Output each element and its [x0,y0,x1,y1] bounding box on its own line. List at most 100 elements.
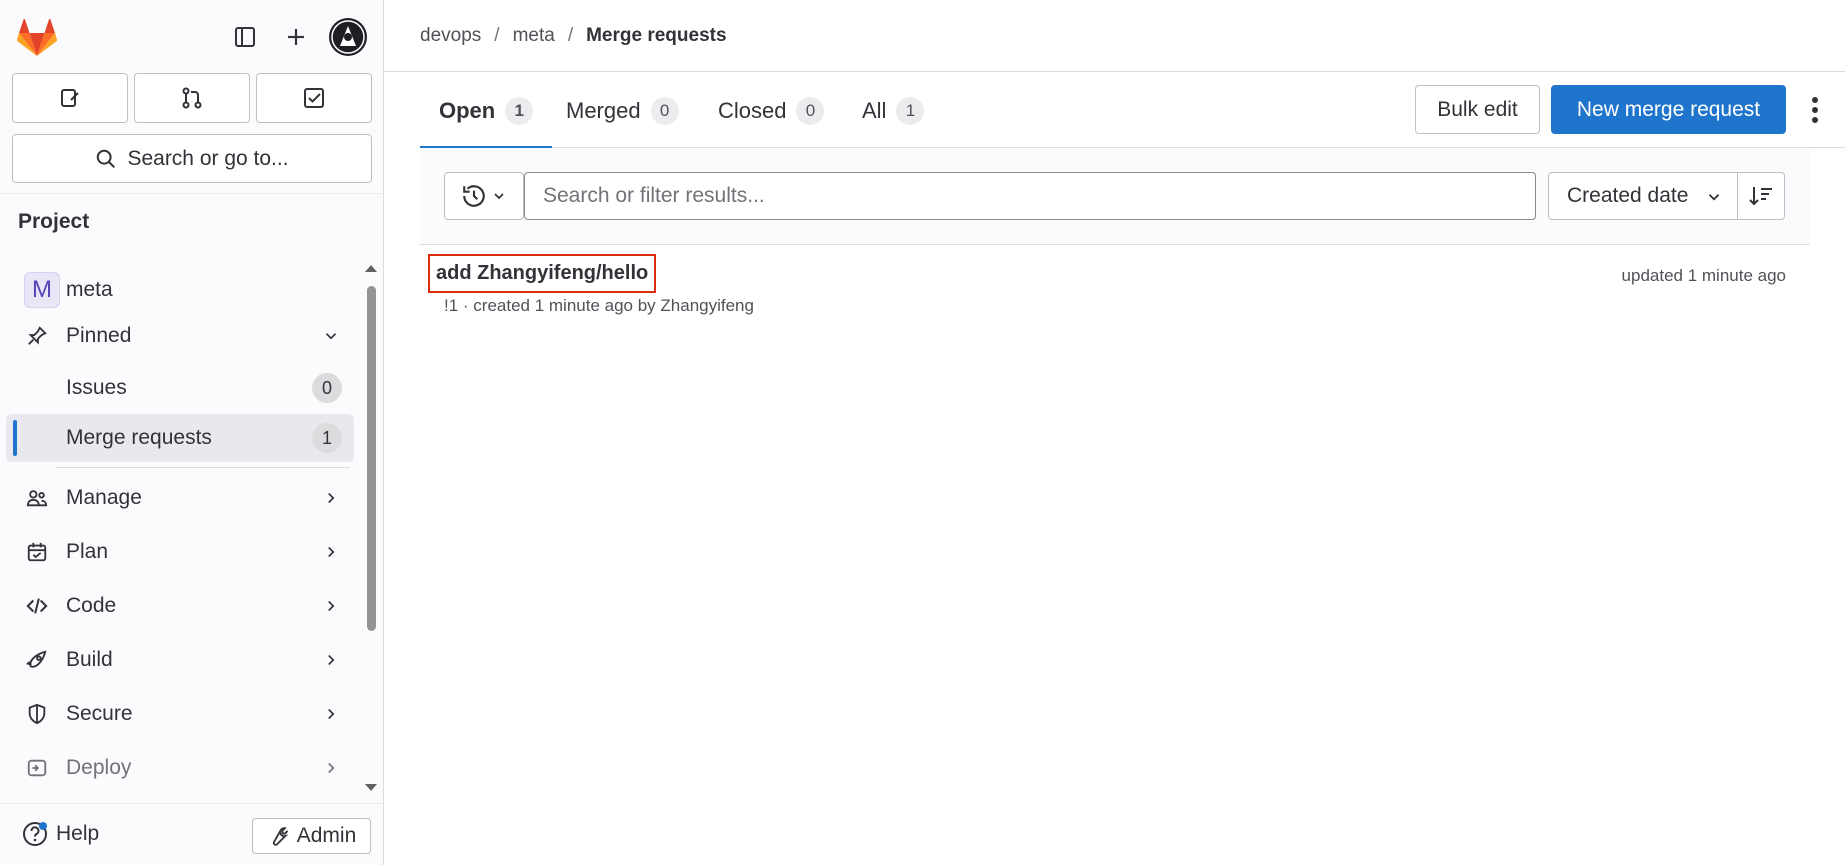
tab-count-badge: 1 [505,96,534,125]
help-label: Help [56,822,100,845]
breadcrumb-item-meta[interactable]: meta [513,25,555,47]
sort-label: Created date [1567,184,1689,207]
merge-request-tabs: Open 1 Merged 0 Closed 0 All 1 Bulk edit… [420,73,1845,149]
search-filter-input[interactable]: Search or filter results... [524,172,1536,220]
sidebar-item-label: Secure [66,702,133,725]
sidebar-scrollbar[interactable] [367,286,376,631]
tab-all[interactable]: All 1 [862,73,925,148]
chevron-down-icon [1705,188,1723,206]
project-avatar: M [24,272,60,308]
calendar-icon [24,539,50,565]
tab-label: Merged [566,97,641,123]
pin-icon [24,323,50,349]
sidebar-item-secure[interactable]: Secure [6,690,354,738]
gitlab-logo-icon[interactable] [17,19,57,57]
chevron-right-icon [322,705,340,723]
sidebar-item-label: Code [66,594,117,617]
code-icon [24,593,50,619]
chevron-down-icon [494,193,504,200]
admin-label: Admin [296,824,357,847]
wrench-icon [272,827,289,846]
breadcrumb-separator: / [494,25,500,46]
quick-actions [12,73,372,123]
chevron-right-icon [322,651,340,669]
breadcrumb-item-devops[interactable]: devops [420,25,481,47]
merge-request-icon [182,87,202,109]
chevron-right-icon [322,597,340,615]
todos-shortcut-button[interactable] [256,73,372,123]
sidebar-item-manage[interactable]: Manage [6,474,354,522]
chevron-right-icon [322,543,340,561]
breadcrumb-current[interactable]: Merge requests [586,25,726,47]
sidebar-item-label: meta [66,278,113,301]
recent-searches-button[interactable] [444,172,524,220]
todo-icon [304,88,324,108]
sidebar-item-code[interactable]: Code [6,582,354,630]
tab-count-badge: 0 [650,96,679,125]
issues-icon [61,89,79,107]
help-button[interactable]: Help [22,821,99,847]
sidebar-item-label: Manage [66,486,142,509]
sidebar-item-label: Pinned [66,324,132,347]
merge-requests-count-badge: 1 [312,423,342,453]
sidebar-item-project[interactable]: M meta [6,266,354,314]
sidebar-item-merge-requests[interactable]: Merge requests 1 [6,414,354,462]
sidebar-footer: Help Admin [0,803,383,865]
sort-descending-icon [1749,187,1772,206]
sidebar-item-label: Issues [66,376,127,399]
sidebar: Search or go to... Project M meta Pinned… [0,0,384,865]
sidebar-item-label: Deploy [66,756,132,779]
chevron-down-icon [322,327,340,345]
sidebar-header [0,0,384,72]
breadcrumb: devops / meta / Merge requests [420,25,727,47]
sidebar-item-label: Merge requests [66,426,212,449]
search-or-go-button[interactable]: Search or go to... [12,134,372,183]
chevron-right-icon [322,759,340,777]
breadcrumb-separator: / [567,25,574,46]
plus-icon[interactable] [277,18,315,56]
search-icon [97,149,116,168]
user-avatar[interactable] [329,18,367,56]
merge-request-row: add Zhangyifeng/hello !1 · created 1 min… [420,246,1810,326]
tab-label: Closed [718,97,787,123]
merge-request-updated: updated 1 minute ago [1621,266,1786,285]
sidebar-item-pinned[interactable]: Pinned [6,312,354,360]
merge-request-title-link[interactable]: add Zhangyifeng/hello [428,254,657,293]
scroll-up-arrow-icon[interactable] [363,262,379,274]
sidebar-item-label: Plan [66,540,109,563]
sidebar-toggle-icon[interactable] [226,18,264,56]
filter-bar: Search or filter results... Created date [420,148,1810,245]
sidebar-item-plan[interactable]: Plan [6,528,354,576]
sort-dropdown[interactable]: Created date [1548,172,1738,220]
sort-direction-button[interactable] [1737,172,1785,220]
admin-button[interactable]: Admin [252,818,371,854]
sidebar-item-label: Build [66,648,113,671]
shield-icon [24,701,50,727]
merge-requests-shortcut-button[interactable] [134,73,250,123]
new-merge-request-button[interactable]: New merge request [1551,85,1786,134]
issues-shortcut-button[interactable] [12,73,128,123]
divider [0,193,383,194]
divider [56,467,350,468]
chevron-right-icon [322,489,340,507]
rocket-icon [24,647,50,673]
bulk-edit-button[interactable]: Bulk edit [1415,85,1540,134]
tab-label: Open [439,97,496,123]
sidebar-item-issues[interactable]: Issues 0 [6,364,354,412]
history-icon [463,185,485,207]
help-icon [23,822,47,846]
users-icon [24,485,50,511]
main-content: devops / meta / Merge requests Open 1 Me… [384,0,1845,865]
tab-merged[interactable]: Merged 0 [566,73,679,148]
sidebar-section-title: Project [18,210,90,233]
deploy-icon [24,755,50,781]
tab-label: All [862,97,887,123]
tab-open[interactable]: Open 1 [420,73,553,149]
more-actions-icon[interactable] [1800,91,1830,129]
sidebar-item-build[interactable]: Build [6,636,354,684]
sidebar-nav: M meta Pinned Issues 0 Merge requests 1 [0,248,383,803]
tab-count-badge: 0 [796,96,825,125]
sidebar-item-deploy[interactable]: Deploy [6,744,354,792]
tab-closed[interactable]: Closed 0 [718,73,825,148]
scroll-down-arrow-icon[interactable] [363,782,379,794]
